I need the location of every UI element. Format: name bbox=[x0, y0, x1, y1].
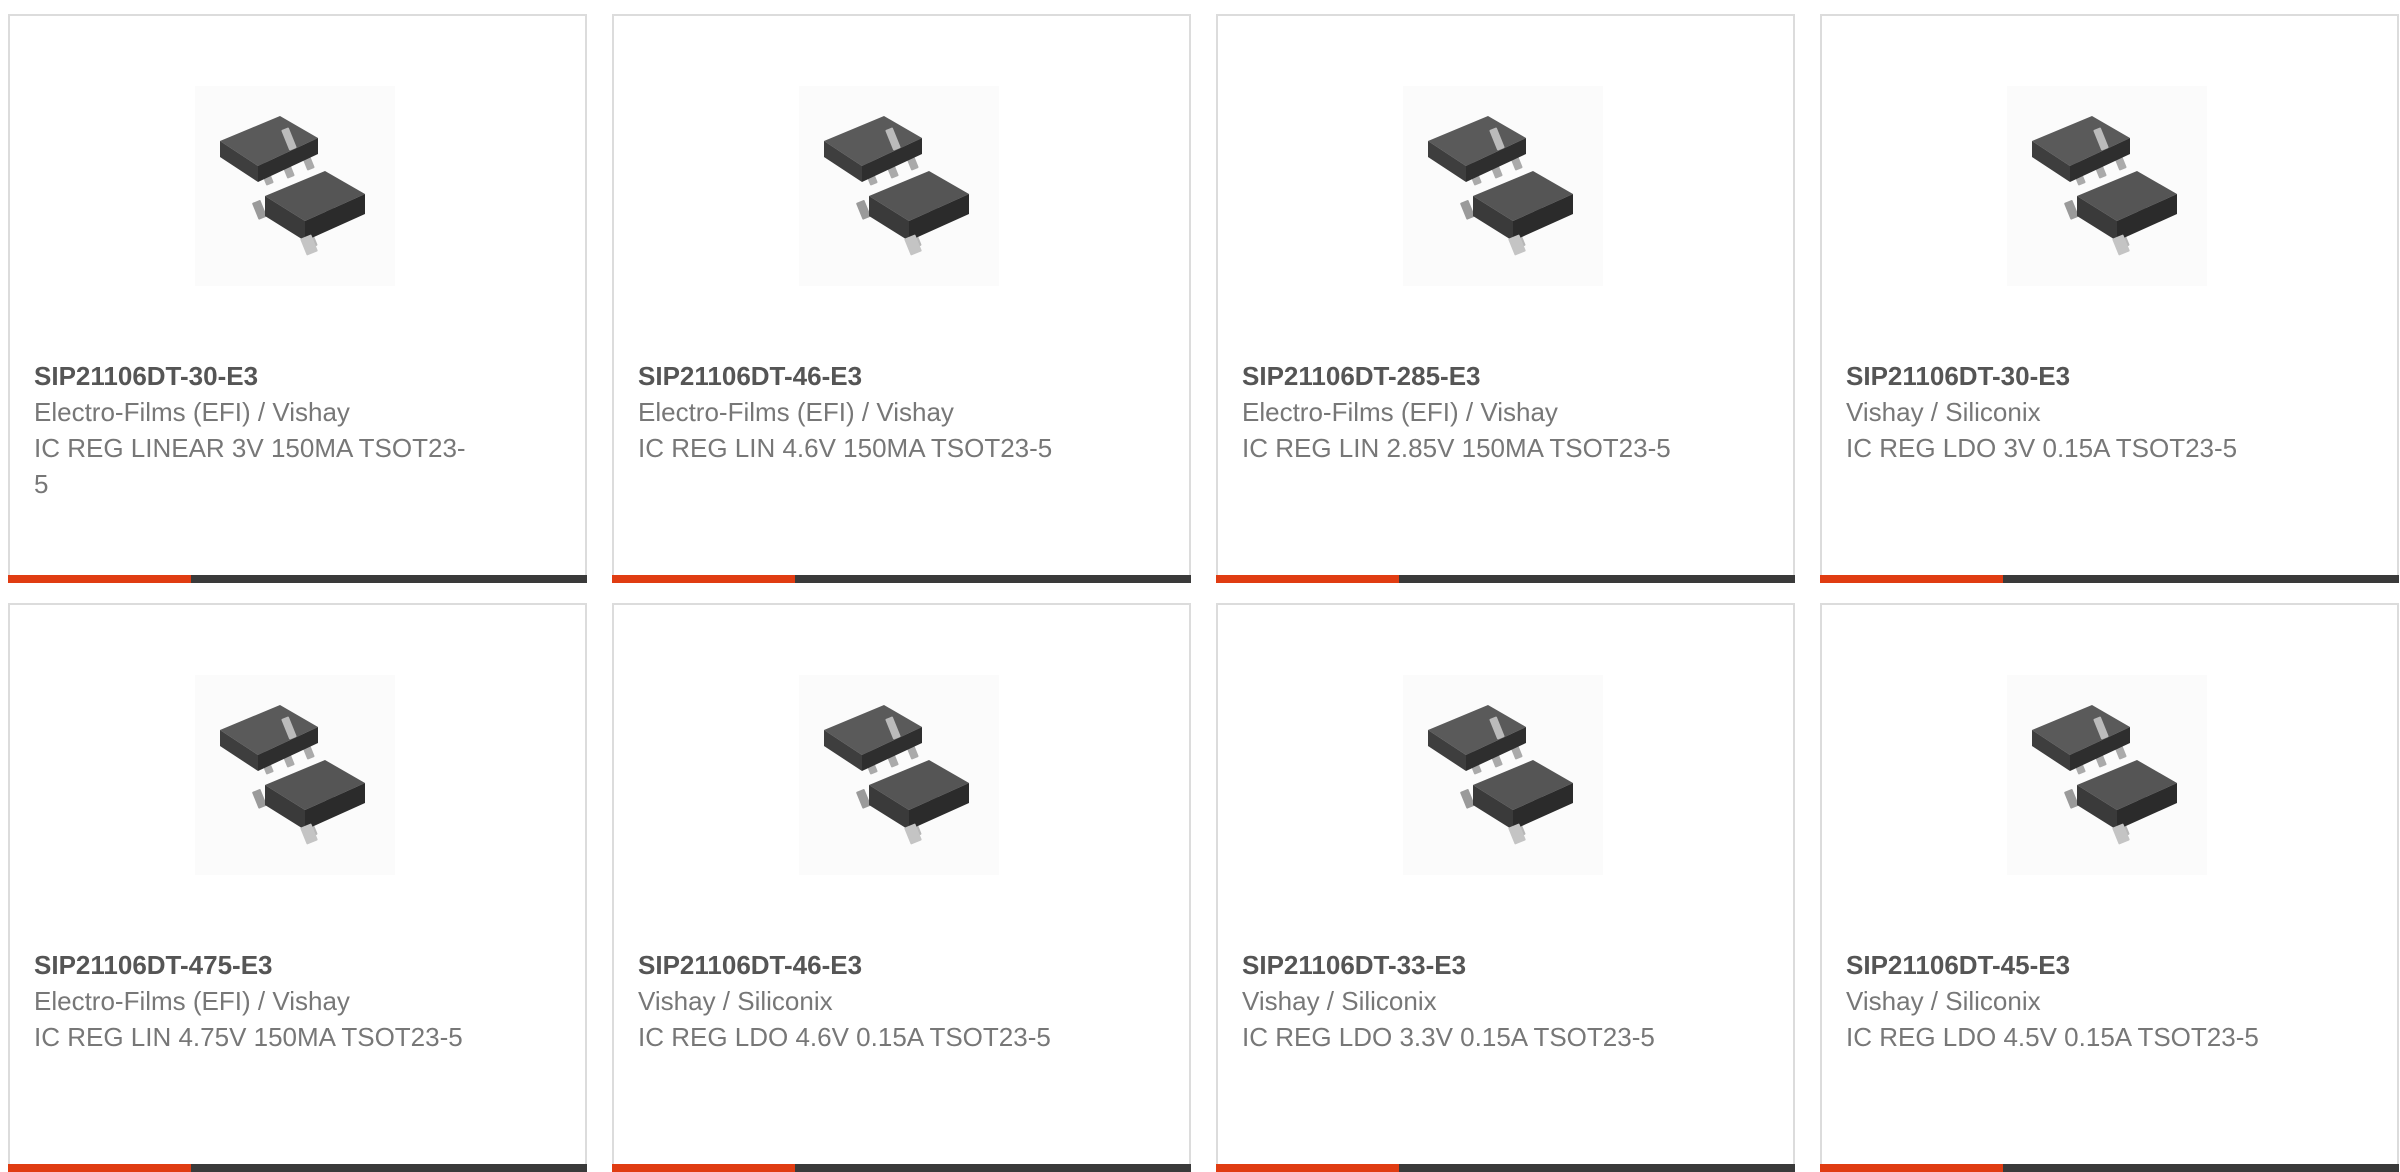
part-number[interactable]: SIP21106DT-45-E3 bbox=[1846, 947, 2286, 983]
product-info: SIP21106DT-45-E3 Vishay / Siliconix IC R… bbox=[1846, 947, 2286, 1055]
card-footer-bar bbox=[8, 1164, 587, 1172]
product-card[interactable]: SIP21106DT-46-E3 Vishay / Siliconix IC R… bbox=[612, 603, 1191, 1172]
manufacturer: Vishay / Siliconix bbox=[1846, 397, 2041, 427]
part-number[interactable]: SIP21106DT-285-E3 bbox=[1242, 358, 1682, 394]
manufacturer: Vishay / Siliconix bbox=[1846, 986, 2041, 1016]
product-image[interactable] bbox=[799, 86, 999, 286]
part-number[interactable]: SIP21106DT-46-E3 bbox=[638, 358, 1078, 394]
product-card[interactable]: SIP21106DT-45-E3 Vishay / Siliconix IC R… bbox=[1820, 603, 2399, 1172]
card-footer-bar bbox=[1820, 1164, 2399, 1172]
sot23-5-package-icon bbox=[220, 705, 365, 845]
card-footer-bar bbox=[1216, 1164, 1795, 1172]
manufacturer: Electro-Films (EFI) / Vishay bbox=[638, 397, 954, 427]
product-image[interactable] bbox=[2007, 86, 2207, 286]
product-card[interactable]: SIP21106DT-30-E3 Vishay / Siliconix IC R… bbox=[1820, 14, 2399, 583]
description: IC REG LINEAR 3V 150MA TSOT23-5 bbox=[34, 433, 466, 499]
part-number[interactable]: SIP21106DT-33-E3 bbox=[1242, 947, 1682, 983]
product-card[interactable]: SIP21106DT-33-E3 Vishay / Siliconix IC R… bbox=[1216, 603, 1795, 1172]
description: IC REG LDO 3V 0.15A TSOT23-5 bbox=[1846, 433, 2238, 463]
product-image[interactable] bbox=[799, 675, 999, 875]
card-footer-bar bbox=[8, 575, 587, 583]
description: IC REG LDO 4.6V 0.15A TSOT23-5 bbox=[638, 1022, 1051, 1052]
product-card[interactable]: SIP21106DT-285-E3 Electro-Films (EFI) / … bbox=[1216, 14, 1795, 583]
card-footer-bar bbox=[1820, 575, 2399, 583]
part-number[interactable]: SIP21106DT-475-E3 bbox=[34, 947, 474, 983]
card-footer-bar bbox=[612, 575, 1191, 583]
card-footer-bar bbox=[612, 1164, 1191, 1172]
part-number[interactable]: SIP21106DT-30-E3 bbox=[1846, 358, 2286, 394]
part-number[interactable]: SIP21106DT-30-E3 bbox=[34, 358, 474, 394]
manufacturer: Electro-Films (EFI) / Vishay bbox=[1242, 397, 1558, 427]
product-info: SIP21106DT-46-E3 Vishay / Siliconix IC R… bbox=[638, 947, 1078, 1055]
product-image[interactable] bbox=[2007, 675, 2207, 875]
sot23-5-package-icon bbox=[2032, 116, 2177, 256]
sot23-5-package-icon bbox=[2032, 705, 2177, 845]
sot23-5-package-icon bbox=[824, 705, 969, 845]
sot23-5-package-icon bbox=[1428, 116, 1573, 256]
product-grid: SIP21106DT-30-E3 Electro-Films (EFI) / V… bbox=[8, 14, 2399, 1172]
product-info: SIP21106DT-285-E3 Electro-Films (EFI) / … bbox=[1242, 358, 1682, 466]
product-info: SIP21106DT-46-E3 Electro-Films (EFI) / V… bbox=[638, 358, 1078, 466]
sot23-5-package-icon bbox=[824, 116, 969, 256]
part-number[interactable]: SIP21106DT-46-E3 bbox=[638, 947, 1078, 983]
description: IC REG LDO 3.3V 0.15A TSOT23-5 bbox=[1242, 1022, 1655, 1052]
product-info: SIP21106DT-33-E3 Vishay / Siliconix IC R… bbox=[1242, 947, 1682, 1055]
manufacturer: Electro-Films (EFI) / Vishay bbox=[34, 397, 350, 427]
card-footer-bar bbox=[1216, 575, 1795, 583]
product-image[interactable] bbox=[1403, 86, 1603, 286]
product-image[interactable] bbox=[1403, 675, 1603, 875]
description: IC REG LIN 4.75V 150MA TSOT23-5 bbox=[34, 1022, 463, 1052]
product-image[interactable] bbox=[195, 86, 395, 286]
description: IC REG LDO 4.5V 0.15A TSOT23-5 bbox=[1846, 1022, 2259, 1052]
sot23-5-package-icon bbox=[220, 116, 365, 256]
sot23-5-package-icon bbox=[1428, 705, 1573, 845]
product-info: SIP21106DT-30-E3 Vishay / Siliconix IC R… bbox=[1846, 358, 2286, 466]
manufacturer: Vishay / Siliconix bbox=[638, 986, 833, 1016]
description: IC REG LIN 2.85V 150MA TSOT23-5 bbox=[1242, 433, 1671, 463]
description: IC REG LIN 4.6V 150MA TSOT23-5 bbox=[638, 433, 1053, 463]
product-card[interactable]: SIP21106DT-475-E3 Electro-Films (EFI) / … bbox=[8, 603, 587, 1172]
product-info: SIP21106DT-30-E3 Electro-Films (EFI) / V… bbox=[34, 358, 474, 502]
product-image[interactable] bbox=[195, 675, 395, 875]
manufacturer: Electro-Films (EFI) / Vishay bbox=[34, 986, 350, 1016]
product-info: SIP21106DT-475-E3 Electro-Films (EFI) / … bbox=[34, 947, 474, 1055]
product-card[interactable]: SIP21106DT-46-E3 Electro-Films (EFI) / V… bbox=[612, 14, 1191, 583]
product-card[interactable]: SIP21106DT-30-E3 Electro-Films (EFI) / V… bbox=[8, 14, 587, 583]
manufacturer: Vishay / Siliconix bbox=[1242, 986, 1437, 1016]
